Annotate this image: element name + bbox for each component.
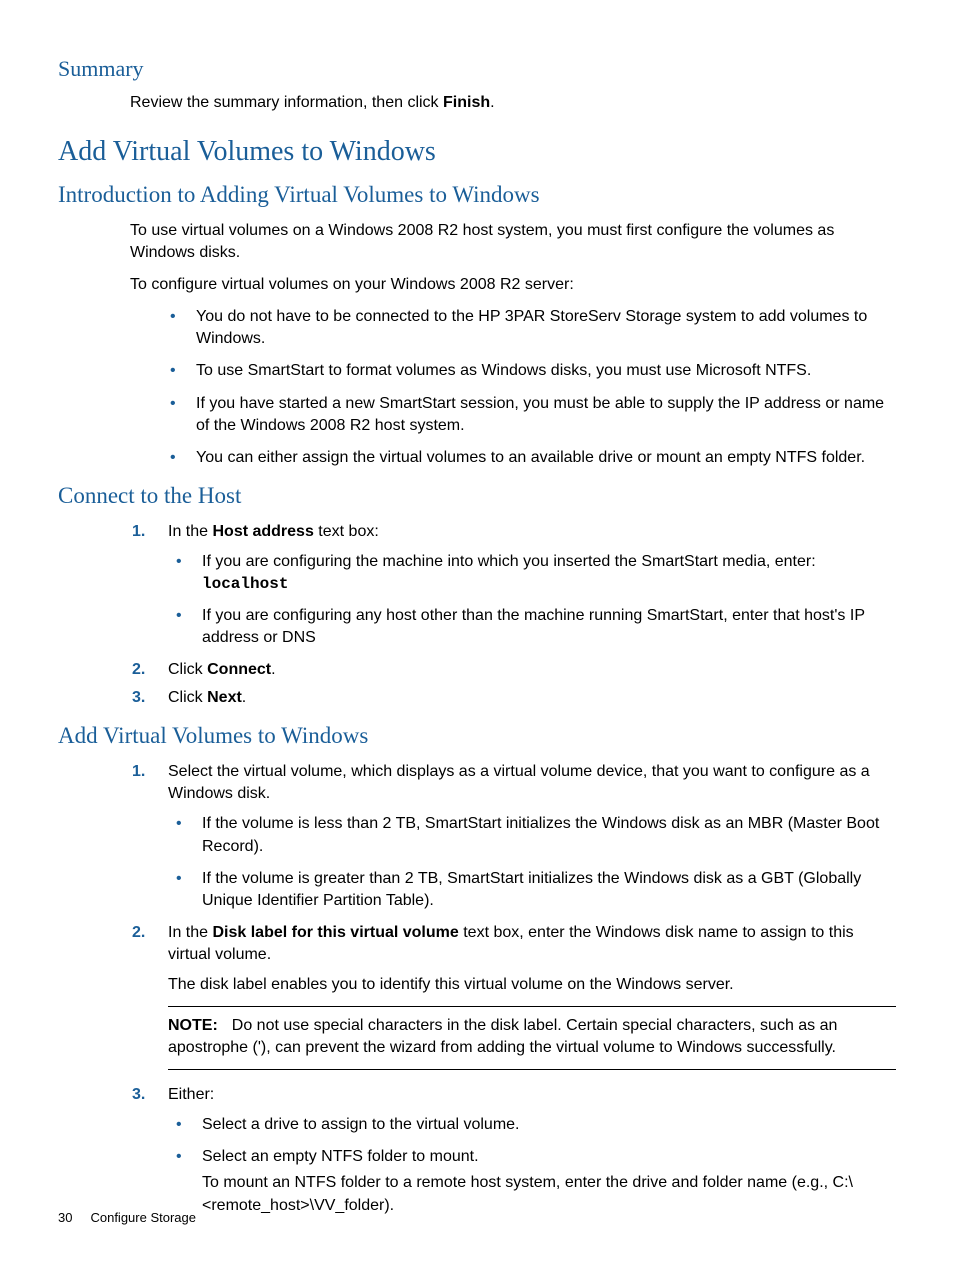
- connect-steps: In the Host address text box: If you are…: [130, 521, 896, 710]
- add-step-1: Select the virtual volume, which display…: [130, 761, 896, 911]
- connect-step1-sub-b: If you are configuring any host other th…: [168, 605, 896, 649]
- add-step3-sub-a: Select a drive to assign to the virtual …: [168, 1114, 896, 1136]
- connect-step1-sub-a: If you are configuring the machine into …: [168, 551, 896, 595]
- footer-section: Configure Storage: [90, 1210, 196, 1225]
- note-body: Do not use special characters in the dis…: [168, 1017, 837, 1056]
- connect-body: In the Host address text box: If you are…: [130, 521, 896, 710]
- connect-step1-post: text box:: [314, 523, 379, 540]
- note-label: NOTE:: [168, 1017, 218, 1034]
- intro-p1: To use virtual volumes on a Windows 2008…: [130, 220, 896, 264]
- heading-summary: Summary: [58, 56, 896, 82]
- intro-bullet-1: You do not have to be connected to the H…: [164, 306, 896, 350]
- add-section-body: Select the virtual volume, which display…: [130, 761, 896, 1216]
- intro-bullet-3: If you have started a new SmartStart ses…: [164, 393, 896, 437]
- connect-step2-bold: Connect: [207, 661, 271, 678]
- add-steps: Select the virtual volume, which display…: [130, 761, 896, 1216]
- intro-p2: To configure virtual volumes on your Win…: [130, 274, 896, 296]
- add-step3-sub-b-text: Select an empty NTFS folder to mount.: [202, 1148, 479, 1165]
- heading-add-section: Add Virtual Volumes to Windows: [58, 723, 896, 749]
- add-step-2: In the Disk label for this virtual volum…: [130, 922, 896, 1070]
- intro-body: To use virtual volumes on a Windows 2008…: [130, 220, 896, 469]
- connect-step1-pre: In the: [168, 523, 212, 540]
- connect-step2-pre: Click: [168, 661, 207, 678]
- heading-intro: Introduction to Adding Virtual Volumes t…: [58, 182, 896, 208]
- add-step1-sub: If the volume is less than 2 TB, SmartSt…: [168, 813, 896, 911]
- page-number: 30: [58, 1210, 72, 1225]
- connect-step-3: Click Next.: [130, 687, 896, 709]
- connect-step3-post: .: [242, 689, 246, 706]
- connect-step3-bold: Next: [207, 689, 242, 706]
- heading-connect: Connect to the Host: [58, 483, 896, 509]
- connect-step-1: In the Host address text box: If you are…: [130, 521, 896, 649]
- add-step3-sub-b-p2: To mount an NTFS folder to a remote host…: [202, 1172, 896, 1216]
- intro-bullets: You do not have to be connected to the H…: [164, 306, 896, 468]
- connect-step-2: Click Connect.: [130, 659, 896, 681]
- add-step2-bold: Disk label for this virtual volume: [212, 924, 458, 941]
- add-step2-p2: The disk label enables you to identify t…: [168, 974, 896, 996]
- add-step-3: Either: Select a drive to assign to the …: [130, 1084, 896, 1216]
- connect-step1-bold: Host address: [212, 523, 313, 540]
- heading-add-vv: Add Virtual Volumes to Windows: [58, 136, 896, 168]
- add-step3-sub-b-p2-wrap: To mount an NTFS folder to a remote host…: [202, 1172, 896, 1216]
- summary-text-post: .: [490, 94, 494, 111]
- add-step3-sub: Select a drive to assign to the virtual …: [168, 1114, 896, 1216]
- connect-step1-sub: If you are configuring the machine into …: [168, 551, 896, 649]
- add-step3-sub-b: Select an empty NTFS folder to mount. To…: [168, 1146, 896, 1216]
- connect-step1-sub-a-pre: If you are configuring the machine into …: [202, 553, 816, 570]
- connect-step3-pre: Click: [168, 689, 207, 706]
- intro-bullet-2: To use SmartStart to format volumes as W…: [164, 360, 896, 382]
- summary-text: Review the summary information, then cli…: [130, 92, 896, 114]
- note-block: NOTE:Do not use special characters in th…: [168, 1006, 896, 1070]
- page-footer: 30 Configure Storage: [58, 1210, 196, 1225]
- document-page: Summary Review the summary information, …: [0, 0, 954, 1271]
- connect-localhost-mono: localhost: [202, 575, 288, 593]
- summary-body: Review the summary information, then cli…: [130, 92, 896, 114]
- add-step1-text: Select the virtual volume, which display…: [168, 763, 870, 802]
- add-step2-pre: In the: [168, 924, 212, 941]
- summary-text-pre: Review the summary information, then cli…: [130, 94, 443, 111]
- add-step1-sub-a: If the volume is less than 2 TB, SmartSt…: [168, 813, 896, 857]
- connect-step2-post: .: [271, 661, 275, 678]
- add-step3-text: Either:: [168, 1086, 214, 1103]
- intro-bullet-4: You can either assign the virtual volume…: [164, 447, 896, 469]
- add-step1-sub-b: If the volume is greater than 2 TB, Smar…: [168, 868, 896, 912]
- summary-finish-bold: Finish: [443, 94, 490, 111]
